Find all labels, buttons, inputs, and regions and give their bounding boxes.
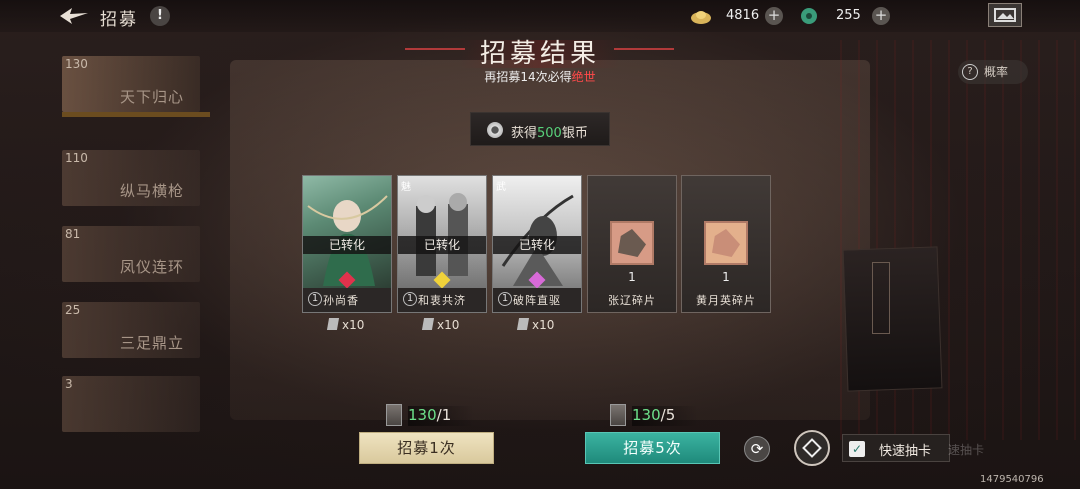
- result-card-2[interactable]: 魅 已转化 1 和衷共济: [397, 175, 487, 313]
- fragment-card-1[interactable]: 1 张辽碎片: [587, 175, 677, 313]
- card-count-3: x10: [516, 318, 555, 332]
- cost-current: 130: [632, 406, 661, 424]
- result-card-3[interactable]: 武 已转化 1 破阵直驱: [492, 175, 582, 313]
- reward-prefix: 获得: [511, 126, 538, 141]
- pity-text: 再招募14次必得: [484, 70, 572, 84]
- card-type-tag: 魅: [401, 182, 411, 193]
- reward-suffix: 银币: [561, 126, 588, 141]
- ticket-icon: [421, 318, 435, 330]
- reward-banner: 获得500银币: [470, 112, 610, 146]
- fast-draw-checkbox[interactable]: ✓: [849, 441, 865, 457]
- result-title: 招募结果: [479, 39, 600, 69]
- pool-item-3[interactable]: 81 凤仪连环: [62, 226, 210, 282]
- recruit-once-button[interactable]: 招募1次: [359, 432, 494, 464]
- probability-label: 概率: [984, 65, 1009, 79]
- pool-count: 25: [65, 303, 81, 317]
- fragment-card-2[interactable]: 1 黄月英碎片: [681, 175, 771, 313]
- user-id: 1479540796: [980, 474, 1044, 485]
- pool-name: 纵马横枪: [120, 182, 185, 200]
- pool-item-2[interactable]: 110 纵马横枪: [62, 150, 210, 206]
- pool-thumbnail: [62, 376, 200, 432]
- card-name: 破阵直驱: [513, 294, 561, 307]
- probability-button[interactable]: ? 概率: [958, 60, 1028, 84]
- converted-label: 已转化: [303, 236, 391, 254]
- currency-gold: 4816 +: [690, 6, 800, 26]
- jade-icon: [798, 6, 820, 26]
- card-count-2: x10: [421, 318, 460, 332]
- draw-once-cost: 130/1: [386, 404, 476, 426]
- cost-current: 130: [408, 406, 437, 424]
- card-name: 和衷共济: [418, 294, 466, 307]
- fast-draw-toggle[interactable]: ✓ 快速抽卡: [842, 434, 950, 462]
- converted-label: 已转化: [398, 236, 486, 254]
- fast-draw-ghost-text: 速抽卡: [948, 443, 985, 457]
- fragment-name: 张辽碎片: [608, 294, 656, 307]
- ticket-icon: [326, 318, 340, 330]
- add-gold-button[interactable]: +: [765, 7, 783, 25]
- question-icon: ?: [962, 64, 978, 80]
- pool-name: 三足鼎立: [120, 334, 185, 352]
- background-book-label: [872, 262, 890, 334]
- converted-label: 已转化: [493, 236, 581, 254]
- page-title: 招募: [100, 10, 138, 30]
- fragment-quantity: 1: [628, 270, 636, 284]
- recruit-ticket-icon: [386, 404, 402, 426]
- count-value: x10: [532, 318, 555, 332]
- gallery-icon[interactable]: [988, 3, 1022, 27]
- cost-value: 130/1: [408, 406, 451, 424]
- card-name: 孙尚香: [323, 294, 359, 307]
- pool-count: 3: [65, 377, 73, 391]
- card-count-1: x10: [326, 318, 365, 332]
- fragment-name: 黄月英碎片: [696, 294, 756, 307]
- fragment-quantity: 1: [722, 270, 730, 284]
- pool-item-5[interactable]: 3: [62, 376, 210, 432]
- gold-ingot-icon: [690, 6, 712, 26]
- pool-count: 81: [65, 227, 81, 241]
- draw-five-cost: 130/5: [610, 404, 700, 426]
- cost-required: /1: [436, 406, 452, 424]
- currency-jade: 255 +: [798, 6, 898, 26]
- result-card-1[interactable]: 已转化 1 孙尚香: [302, 175, 392, 313]
- silver-coin-icon: [487, 122, 503, 138]
- top-bar: 招募 ! 4816 + 255 +: [0, 0, 1080, 32]
- back-arrow-icon: [60, 8, 88, 24]
- card-star-count: 1: [308, 292, 322, 306]
- pool-count: 110: [65, 151, 88, 165]
- count-value: x10: [342, 318, 365, 332]
- fragment-portrait-icon: [610, 221, 654, 265]
- jade-value: 255: [836, 8, 861, 23]
- pity-highlight: 绝世: [571, 70, 596, 84]
- fragment-portrait-icon: [704, 221, 748, 265]
- count-value: x10: [437, 318, 460, 332]
- pool-name: 凤仪连环: [120, 258, 185, 276]
- recruit-ticket-icon: [610, 404, 626, 426]
- cost-required: /5: [660, 406, 676, 424]
- gold-value: 4816: [726, 8, 760, 23]
- share-icon: [802, 438, 822, 458]
- reward-text: 获得500银币: [511, 122, 588, 141]
- info-button[interactable]: !: [150, 6, 170, 26]
- add-jade-button[interactable]: +: [872, 7, 890, 25]
- pool-active-indicator: [62, 112, 210, 117]
- pool-name: 天下归心: [120, 88, 185, 106]
- refresh-icon[interactable]: ⟳: [744, 436, 770, 462]
- cost-value: 130/5: [632, 406, 675, 424]
- ticket-icon: [516, 318, 530, 330]
- pity-subtitle: 再招募14次必得绝世: [0, 68, 1080, 85]
- recruit-five-button[interactable]: 招募5次: [585, 432, 720, 464]
- fast-draw-label: 快速抽卡: [879, 444, 932, 459]
- card-star-count: 1: [403, 292, 417, 306]
- share-button[interactable]: [794, 430, 830, 466]
- background-book: [842, 246, 943, 392]
- reward-amount: 500: [537, 126, 562, 141]
- back-button[interactable]: [58, 4, 90, 28]
- card-star-count: 1: [498, 292, 512, 306]
- card-type-tag: 武: [496, 182, 506, 193]
- pool-item-4[interactable]: 25 三足鼎立: [62, 302, 210, 358]
